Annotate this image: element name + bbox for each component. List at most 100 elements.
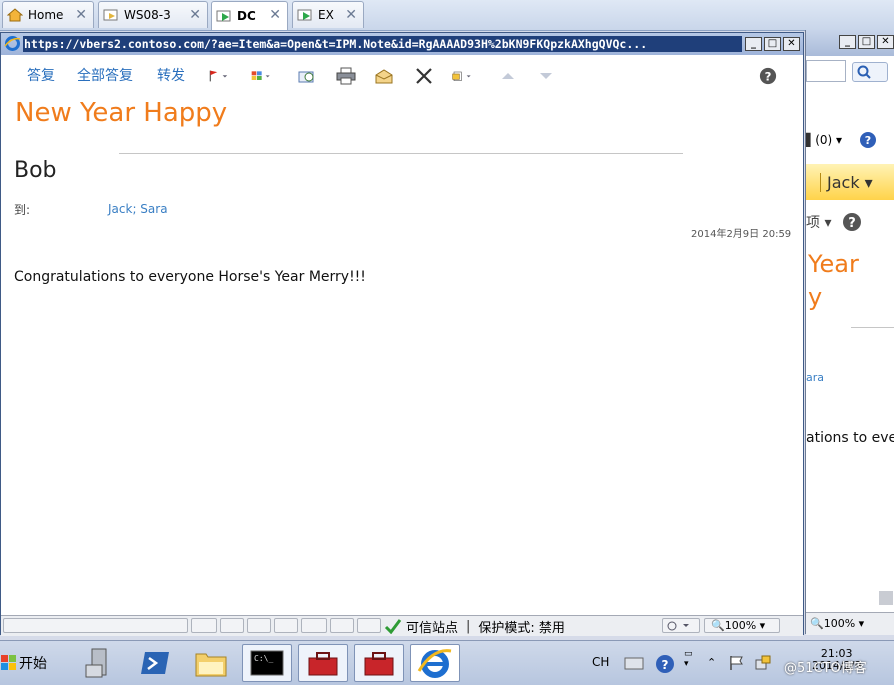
tab-dc[interactable]: DC ✕	[211, 1, 288, 30]
tab-ex-label: EX	[318, 8, 334, 22]
help-icon[interactable]: ?	[758, 67, 778, 85]
background-menu-count[interactable]: ▌(0) ▾	[806, 133, 842, 147]
move-to-folder-icon[interactable]	[297, 67, 317, 85]
trusted-zone-label: 可信站点	[406, 620, 459, 636]
background-zoom-control[interactable]: 🔍100% ▾	[810, 617, 864, 630]
background-status-bar: 🔍100% ▾	[806, 612, 894, 635]
scroll-right-arrow[interactable]	[879, 591, 893, 605]
maximize-icon[interactable]: □	[858, 35, 875, 49]
protected-mode-label: 保护模式: 禁用	[478, 620, 565, 636]
taskbar-internet-explorer[interactable]	[410, 644, 460, 682]
tab-home[interactable]: Home ✕	[2, 1, 94, 28]
tab-ws08-3-label: WS08-3	[124, 8, 171, 22]
status-pane	[357, 618, 381, 633]
keyboard-icon[interactable]	[624, 655, 644, 671]
privacy-button[interactable]	[662, 618, 700, 633]
minimize-icon[interactable]: _	[745, 37, 762, 51]
move-icon[interactable]	[452, 67, 472, 85]
tab-ws08-3[interactable]: WS08-3 ✕	[98, 1, 208, 28]
flag-icon[interactable]	[208, 67, 228, 85]
zoom-control[interactable]: 🔍100% ▾	[704, 618, 780, 633]
vm-play-icon	[297, 9, 312, 21]
message-date: 2014年2月9日 20:59	[691, 229, 792, 240]
action-center-flag-icon[interactable]	[728, 654, 746, 672]
reply-all-button[interactable]: 全部答复	[77, 65, 133, 85]
network-icon[interactable]	[754, 654, 772, 672]
background-menu-fragment: 项 ▾	[806, 215, 832, 231]
vm-icon	[103, 9, 118, 21]
window-title-url: https://vbers2.contoso.com/?ae=Item&a=Op…	[23, 36, 742, 52]
svg-text:?: ?	[848, 216, 856, 231]
checkmark-icon	[384, 619, 402, 634]
show-hidden-icons[interactable]: ⌃	[707, 656, 716, 669]
windows-logo-icon	[1, 655, 16, 670]
header-divider	[119, 153, 683, 154]
toolbox-icon	[308, 652, 338, 676]
status-bar: 可信站点 | 保护模式: 禁用 🔍100% ▾	[1, 615, 803, 636]
status-pane	[220, 618, 244, 633]
to-label: 到:	[14, 203, 31, 217]
close-icon[interactable]: ✕	[189, 7, 201, 23]
taskbar-powershell[interactable]	[130, 644, 180, 682]
previous-item-icon[interactable]	[498, 67, 518, 85]
search-icon	[857, 65, 871, 79]
tab-home-label: Home	[28, 8, 64, 22]
taskbar-toolbox-1[interactable]	[298, 644, 348, 682]
svg-text:?: ?	[865, 134, 871, 147]
window-title-bar: https://vbers2.contoso.com/?ae=Item&a=Op…	[1, 33, 803, 55]
status-pane	[301, 618, 327, 633]
taskbar-toolbox-2[interactable]	[354, 644, 404, 682]
start-button[interactable]: 开始	[0, 647, 56, 679]
help-icon[interactable]: ?	[655, 654, 675, 674]
delete-icon[interactable]	[414, 67, 434, 85]
close-icon[interactable]: ✕	[345, 7, 357, 23]
message-sender[interactable]: Bob	[14, 158, 57, 183]
reply-button[interactable]: 答复	[27, 65, 55, 85]
powershell-icon	[141, 652, 169, 674]
help-icon[interactable]: ?	[842, 212, 862, 232]
taskbar-server-manager[interactable]	[74, 644, 124, 682]
maximize-icon[interactable]: □	[764, 37, 781, 51]
taskbar-cmd[interactable]: C:\_	[242, 644, 292, 682]
tab-dc-label: DC	[237, 9, 256, 23]
search-button[interactable]	[852, 62, 888, 82]
tab-ex[interactable]: EX ✕	[292, 1, 364, 28]
background-recipient-fragment: ara	[806, 371, 825, 384]
to-recipients[interactable]: Jack; Sara	[108, 202, 168, 216]
status-pane	[330, 618, 354, 633]
background-search-input[interactable]	[806, 60, 846, 82]
close-icon[interactable]: ✕	[75, 7, 87, 23]
close-icon[interactable]: ✕	[269, 7, 281, 23]
server-manager-icon	[85, 648, 107, 678]
home-icon	[7, 8, 23, 22]
privacy-icon	[667, 621, 689, 631]
forward-button[interactable]: 转发	[157, 65, 185, 85]
message-body: Congratulations to everyone Horse's Year…	[14, 269, 366, 285]
message-window: https://vbers2.contoso.com/?ae=Item&a=Op…	[0, 32, 804, 636]
help-icon[interactable]: ?	[859, 131, 877, 149]
svg-text:C:\_: C:\_	[254, 654, 273, 663]
status-text-area	[3, 618, 188, 633]
vm-play-icon	[216, 10, 231, 22]
ie-icon	[4, 36, 21, 51]
toolbox-icon	[364, 652, 394, 676]
mark-unread-icon[interactable]	[374, 67, 394, 85]
input-options-icon[interactable]: ▭ ▾	[684, 649, 693, 669]
language-indicator[interactable]: CH	[592, 655, 609, 669]
status-pane	[247, 618, 271, 633]
zoom-icon: 🔍	[711, 619, 725, 632]
minimize-icon[interactable]: _	[839, 35, 856, 49]
close-icon[interactable]: ✕	[783, 37, 800, 51]
security-zone[interactable]: 可信站点 | 保护模式: 禁用	[384, 618, 565, 636]
user-name-menu[interactable]: Jack ▾	[820, 173, 873, 192]
print-icon[interactable]	[336, 67, 356, 85]
ie-icon	[417, 649, 452, 678]
close-icon[interactable]: ✕	[877, 35, 894, 49]
background-body-fragment: ations to ever	[806, 430, 894, 446]
categorize-icon[interactable]	[251, 67, 271, 85]
svg-text:?: ?	[662, 658, 669, 672]
next-item-icon[interactable]	[536, 67, 556, 85]
taskbar-explorer[interactable]	[186, 644, 236, 682]
background-subject-fragment-2: y	[808, 283, 823, 311]
status-pane	[191, 618, 217, 633]
